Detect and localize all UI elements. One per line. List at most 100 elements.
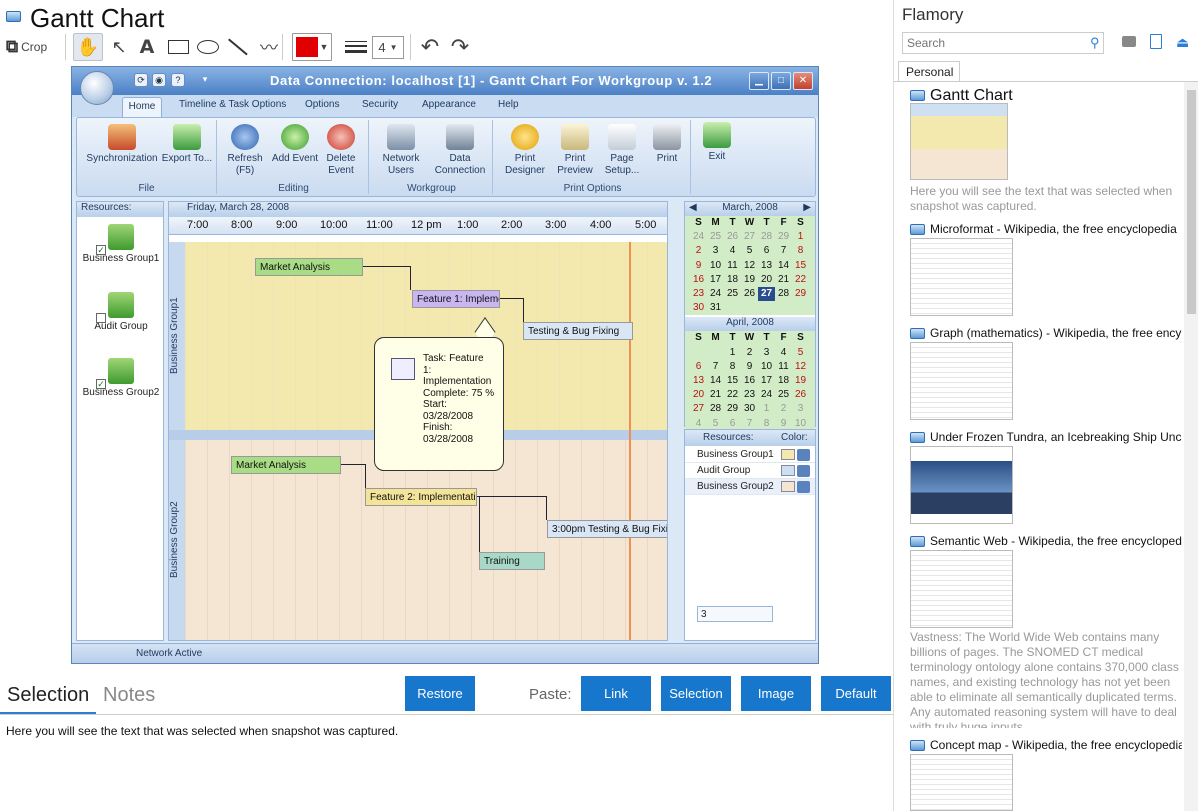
snapshot-title[interactable]: Under Frozen Tundra, an Icebreaking Ship… <box>930 430 1182 444</box>
server-icon <box>446 124 474 150</box>
resource-name: Audit Group <box>697 465 751 476</box>
snapshot-title[interactable]: Graph (mathematics) - Wikipedia, the fre… <box>930 326 1182 340</box>
chevron-right-icon: ▶ <box>803 202 811 213</box>
ribbon-tab-security: Security <box>362 99 399 110</box>
tab-selection[interactable]: Selection <box>7 684 89 707</box>
sidebar-title: Flamory <box>902 5 964 24</box>
calendar-day: 4 <box>780 346 787 358</box>
calendar-grid: S M T W T F S 24 25 26 27 28 29 1 2 3 4 5 6 7 8 9 10 11 12 13 14 15… <box>685 216 815 316</box>
calendar-day: 1 <box>729 346 736 358</box>
search-input[interactable] <box>902 32 1104 54</box>
snapshot-icon <box>910 740 925 751</box>
snapshot-title[interactable]: Concept map - Wikipedia, the free encycl… <box>930 738 1182 752</box>
calendar-day: 26 <box>743 288 756 300</box>
tooltip-line: 03/28/2008 <box>423 410 474 422</box>
paste-image-button[interactable]: Image <box>741 676 811 711</box>
rectangle-tool-button[interactable] <box>166 33 190 61</box>
tab-notes[interactable]: Notes <box>103 684 155 707</box>
freehand-tool-button[interactable]: 〰 <box>258 33 280 61</box>
document-icon[interactable] <box>1150 34 1162 49</box>
calendar-day: 8 <box>797 245 804 257</box>
chevron-left-icon: ◀ <box>689 202 697 213</box>
sidebar-scrollbar[interactable] <box>1184 82 1198 811</box>
snapshot-title[interactable]: Microformat - Wikipedia, the free encycl… <box>930 222 1182 236</box>
sync-icon <box>108 124 136 150</box>
resource-row: Audit Group <box>685 463 815 479</box>
tab-personal[interactable]: Personal <box>898 61 960 82</box>
snapshot-title[interactable]: Semantic Web - Wikipedia, the free encyc… <box>930 534 1182 548</box>
calendar-day: 14 <box>709 375 722 387</box>
calendar-grid: S M T W T F S 1 2 3 4 5 6 7 8 9 10 11 12 13 14 15 16 17 18 19 20 21… <box>685 331 815 431</box>
screenshot-titlebar: ⟳ ◉ ? ▾ Data Connection: localhost [1] -… <box>72 67 818 95</box>
redo-button[interactable]: ↷ <box>448 33 472 61</box>
line-width-select[interactable]: 4 ▼ <box>372 36 404 59</box>
calendar-day: 11 <box>778 360 789 372</box>
scrollbar-thumb[interactable] <box>1187 90 1196 314</box>
snapshot-thumbnail[interactable] <box>910 446 1013 524</box>
calendar-day: 30 <box>692 302 705 314</box>
hour-label: 7:00 <box>187 219 209 231</box>
ribbon-group-file: Synchronization Export To... File <box>77 120 217 194</box>
search-icon[interactable]: ⚲ <box>1090 35 1100 51</box>
resource-label: Business Group1 <box>82 253 160 264</box>
hour-label: 9:00 <box>276 219 298 231</box>
snapshot-icon <box>910 536 925 547</box>
calendar-day: 28 <box>709 403 722 415</box>
snapshot-thumbnail[interactable] <box>910 238 1013 316</box>
toolbar-divider <box>410 34 411 60</box>
snapshot-thumbnail[interactable] <box>910 550 1013 628</box>
dependency-line <box>477 496 547 497</box>
divider <box>0 714 893 715</box>
refresh-button: Refresh (F5) <box>219 124 271 177</box>
task-tooltip: Task: Feature 1: Implementation Complete… <box>374 337 504 471</box>
selection-text[interactable]: Here you will see the text that was sele… <box>6 724 398 738</box>
snapshot-thumbnail[interactable] <box>910 342 1013 420</box>
resource-grid-header: Resources: Color: <box>685 430 815 446</box>
calendar-day: 30 <box>743 403 756 415</box>
calendar-day: 19 <box>743 273 756 285</box>
exit-label: Exit <box>708 151 726 162</box>
color-swatch <box>781 465 795 476</box>
text-tool-button[interactable]: A <box>136 33 158 61</box>
minimize-icon: ▁ <box>749 72 769 90</box>
ribbon-tab-help: Help <box>498 99 519 110</box>
eject-icon[interactable]: ⏏ <box>1176 34 1189 51</box>
snapshot-thumbnail[interactable] <box>910 103 1008 180</box>
paste-default-button[interactable]: Default <box>821 676 891 711</box>
calendar-day: 2 <box>746 346 753 358</box>
ribbon: Synchronization Export To... File Refres… <box>76 117 816 197</box>
delete-event-button: Delete Event <box>315 124 367 177</box>
restore-button[interactable]: Restore <box>405 676 475 711</box>
print-button: Print <box>645 124 689 165</box>
pointer-tool-button[interactable]: ↖ <box>108 33 130 61</box>
calendar-day: 12 <box>743 259 756 271</box>
page-setup-label: Page Setup... <box>604 153 640 176</box>
database-icon <box>108 224 134 250</box>
toolbar: ⧉ Crop ✋ ↖ A 〰 ▼ 4 ▼ ↶ ↷ <box>0 33 893 61</box>
captured-screenshot[interactable]: ⟳ ◉ ? ▾ Data Connection: localhost [1] -… <box>71 66 819 664</box>
undo-button[interactable]: ↶ <box>418 33 442 61</box>
snapshot-thumbnail[interactable] <box>910 754 1013 811</box>
color-picker[interactable]: ▼ <box>292 33 332 61</box>
hand-tool-button[interactable]: ✋ <box>73 33 103 61</box>
calendar-day: 31 <box>709 302 722 314</box>
paste-selection-button[interactable]: Selection <box>661 676 731 711</box>
ellipse-tool-button[interactable] <box>196 33 220 61</box>
printer-icon <box>653 124 681 150</box>
hour-label: 12 pm <box>411 219 442 231</box>
task-bar: 3:00pm Testing & Bug Fixir <box>547 520 667 538</box>
crop-button[interactable]: ⧉ Crop <box>6 33 58 61</box>
close-icon: ✕ <box>793 72 813 90</box>
dependency-line <box>500 298 524 299</box>
network-icon <box>387 124 415 150</box>
line-tool-button[interactable] <box>226 33 250 61</box>
status-text: Network Active <box>136 648 203 659</box>
paste-link-button[interactable]: Link <box>581 676 651 711</box>
camera-icon[interactable] <box>1122 36 1136 47</box>
calendar-day: 27 <box>692 403 705 415</box>
calendar-day: 29 <box>777 231 790 243</box>
calendar-day: 22 <box>726 389 739 401</box>
dependency-line <box>479 496 480 552</box>
task-bar: Feature 1: Impleme <box>412 290 500 308</box>
app-window: Gantt Chart ⧉ Crop ✋ ↖ A 〰 ▼ 4 ▼ ↶ ↷ ⟳ ◉ ?… <box>0 0 1198 811</box>
